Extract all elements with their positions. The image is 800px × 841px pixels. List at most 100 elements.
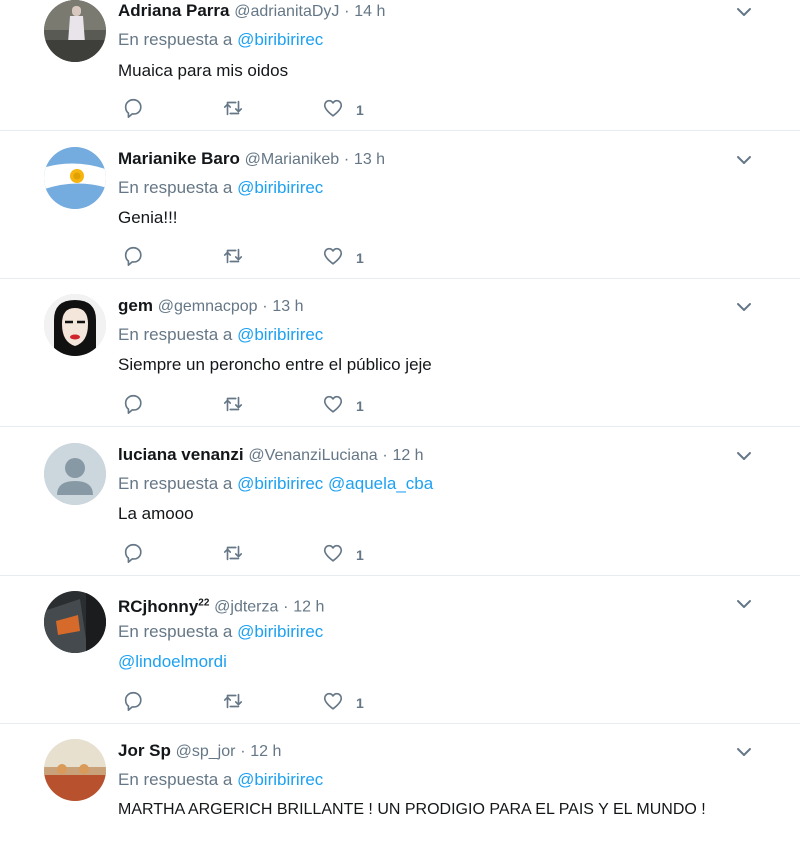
retweet-button[interactable] xyxy=(222,244,244,268)
username[interactable]: @gemnacpop xyxy=(158,298,258,315)
tweet[interactable]: gem @gemnacpop · 13 h En respuesta a @bi… xyxy=(0,279,800,427)
tweet-actions: 1 xyxy=(120,689,400,713)
retweet-icon xyxy=(223,396,243,412)
display-name[interactable]: gem xyxy=(118,296,153,315)
username[interactable]: @Marianikeb xyxy=(245,151,340,168)
separator-dot: · xyxy=(240,743,246,760)
username[interactable]: @adrianitaDyJ xyxy=(234,3,339,20)
retweet-icon xyxy=(223,693,243,709)
reply-context: En respuesta a @biribirirec xyxy=(118,28,323,52)
like-button[interactable]: 1 xyxy=(322,96,364,120)
display-name[interactable]: Jor Sp xyxy=(118,741,171,760)
reply-button[interactable] xyxy=(122,541,144,565)
like-button[interactable]: 1 xyxy=(322,392,364,416)
like-count: 1 xyxy=(356,398,364,414)
avatar-pop-art-face xyxy=(44,294,106,356)
reply-prefix: En respuesta a xyxy=(118,325,233,344)
tweet-menu-button[interactable] xyxy=(734,297,754,317)
separator-dot: · xyxy=(262,298,268,315)
tweet-menu-button[interactable] xyxy=(734,2,754,22)
reply-button[interactable] xyxy=(122,689,144,713)
avatar[interactable] xyxy=(44,739,106,801)
like-button[interactable]: 1 xyxy=(322,541,364,565)
tweet-text: @lindoelmordi xyxy=(118,650,227,674)
mention-link[interactable]: @biribirirec xyxy=(237,474,323,493)
retweet-button[interactable] xyxy=(222,689,244,713)
like-button[interactable]: 1 xyxy=(322,244,364,268)
heart-icon xyxy=(323,99,343,117)
username[interactable]: @VenanziLuciana xyxy=(248,447,377,464)
reply-prefix: En respuesta a xyxy=(118,770,233,789)
tweet[interactable]: RCjhonny22 @jdterza · 12 h En respuesta … xyxy=(0,576,800,724)
retweet-button[interactable] xyxy=(222,541,244,565)
tweet-menu-button[interactable] xyxy=(734,446,754,466)
reply-context: En respuesta a @biribirirec xyxy=(118,176,323,200)
tweet-header: gem @gemnacpop · 13 h xyxy=(118,294,304,318)
reply-icon xyxy=(124,691,142,711)
tweet-actions: 1 xyxy=(120,392,400,416)
tweet-text: La amooo xyxy=(118,504,194,523)
display-name[interactable]: Marianike Baro xyxy=(118,149,240,168)
reply-icon xyxy=(124,98,142,118)
reply-button[interactable] xyxy=(122,392,144,416)
tweet-menu-button[interactable] xyxy=(734,742,754,762)
chevron-down-icon xyxy=(737,8,751,16)
mention-link[interactable]: @biribirirec xyxy=(237,325,323,344)
username[interactable]: @jdterza xyxy=(214,599,278,616)
avatar[interactable] xyxy=(44,443,106,505)
timestamp[interactable]: 12 h xyxy=(293,599,324,616)
tweet-text: Siempre un peroncho entre el público jej… xyxy=(118,355,432,374)
avatar-default-profile xyxy=(44,443,106,505)
username[interactable]: @sp_jor xyxy=(176,743,236,760)
like-count: 1 xyxy=(356,250,364,266)
timestamp[interactable]: 13 h xyxy=(272,298,303,315)
reply-prefix: En respuesta a xyxy=(118,30,233,49)
timestamp[interactable]: 13 h xyxy=(354,151,385,168)
display-name-text[interactable]: RCjhonny xyxy=(118,597,198,616)
tweet-menu-button[interactable] xyxy=(734,594,754,614)
heart-icon xyxy=(323,544,343,562)
avatar-argentina-flag xyxy=(44,147,106,209)
mention-link[interactable]: @biribirirec xyxy=(237,178,323,197)
display-name[interactable]: RCjhonny22 xyxy=(118,597,209,616)
like-button[interactable]: 1 xyxy=(322,689,364,713)
reply-icon xyxy=(124,246,142,266)
retweet-icon xyxy=(223,248,243,264)
retweet-button[interactable] xyxy=(222,96,244,120)
mention-link[interactable]: @aquela_cba xyxy=(328,474,433,493)
avatar-photo-person xyxy=(44,0,106,62)
chevron-down-icon xyxy=(737,156,751,164)
mention-link[interactable]: @biribirirec xyxy=(237,770,323,789)
chevron-down-icon xyxy=(737,452,751,460)
tweet[interactable]: Jor Sp @sp_jor · 12 h En respuesta a @bi… xyxy=(0,724,800,841)
avatar[interactable] xyxy=(44,0,106,62)
tweet-text: Genia!!! xyxy=(118,208,178,227)
avatar[interactable] xyxy=(44,147,106,209)
mention-link[interactable]: @biribirirec xyxy=(237,30,323,49)
retweet-button[interactable] xyxy=(222,392,244,416)
tweet-menu-button[interactable] xyxy=(734,150,754,170)
reply-prefix: En respuesta a xyxy=(118,474,233,493)
timestamp[interactable]: 12 h xyxy=(250,743,281,760)
heart-icon xyxy=(323,395,343,413)
reply-context: En respuesta a @biribirirec xyxy=(118,768,323,792)
avatar-stage-photo xyxy=(44,739,106,801)
tweet[interactable]: luciana venanzi @VenanziLuciana · 12 h E… xyxy=(0,427,800,576)
timestamp[interactable]: 12 h xyxy=(392,447,423,464)
mention-link[interactable]: @lindoelmordi xyxy=(118,652,227,671)
tweet[interactable]: Marianike Baro @Marianikeb · 13 h En res… xyxy=(0,131,800,279)
display-name[interactable]: Adriana Parra xyxy=(118,1,230,20)
tweet-feed: Adriana Parra @adrianitaDyJ · 14 h En re… xyxy=(0,0,800,841)
timestamp[interactable]: 14 h xyxy=(354,3,385,20)
mention-link[interactable]: @biribirirec xyxy=(237,622,323,641)
tweet-header: Adriana Parra @adrianitaDyJ · 14 h xyxy=(118,0,385,23)
tweet[interactable]: Adriana Parra @adrianitaDyJ · 14 h En re… xyxy=(0,0,800,131)
reply-button[interactable] xyxy=(122,96,144,120)
reply-button[interactable] xyxy=(122,244,144,268)
reply-icon xyxy=(124,543,142,563)
avatar[interactable] xyxy=(44,591,106,653)
tweet-actions: 1 xyxy=(120,541,400,565)
display-name[interactable]: luciana venanzi xyxy=(118,445,244,464)
separator-dot: · xyxy=(344,3,350,20)
avatar[interactable] xyxy=(44,294,106,356)
